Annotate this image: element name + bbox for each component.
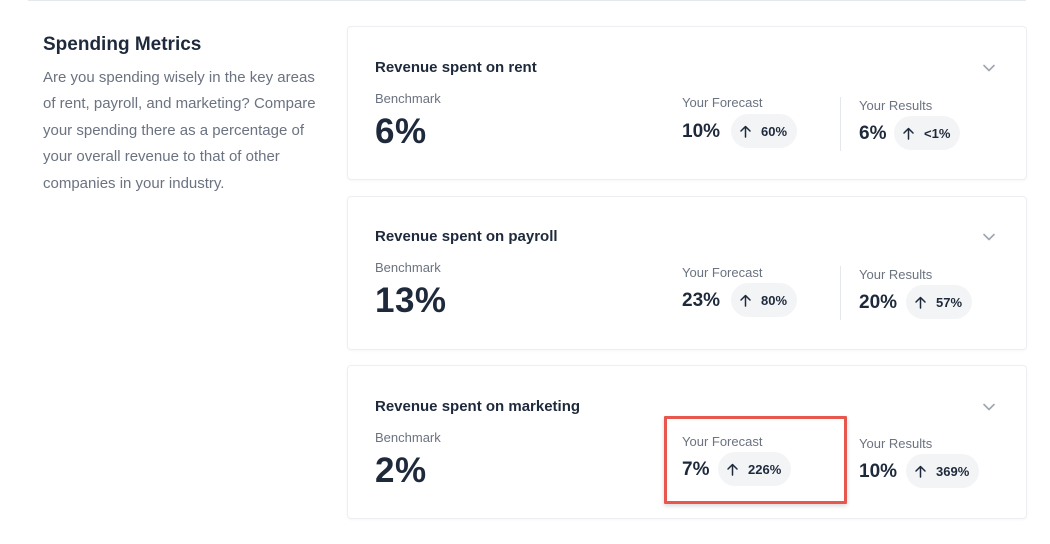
forecast-change-badge: 80%: [731, 283, 798, 317]
benchmark-value: 13%: [375, 281, 447, 320]
arrow-up-icon: [740, 125, 751, 138]
benchmark-label: Benchmark: [375, 430, 441, 445]
top-divider: [28, 0, 1026, 1]
arrow-up-icon: [915, 296, 926, 309]
results-change-badge: 57%: [906, 285, 973, 319]
card-title: Revenue spent on rent: [375, 59, 537, 76]
column-divider: [840, 97, 841, 151]
forecast-value: 23%: [682, 290, 721, 311]
results-value: 6%: [859, 123, 887, 144]
forecast-change: 60%: [761, 123, 788, 139]
results-value: 20%: [859, 292, 898, 313]
chevron-down-icon[interactable]: [982, 400, 996, 414]
results-change-badge: <1%: [894, 116, 961, 150]
card-title: Revenue spent on marketing: [375, 398, 581, 415]
results-change: 57%: [936, 294, 963, 310]
forecast-change: 80%: [761, 292, 788, 308]
forecast-change-badge: 60%: [731, 114, 798, 148]
results-change: <1%: [924, 125, 951, 141]
arrow-up-icon: [915, 465, 926, 478]
arrow-up-icon: [903, 127, 914, 140]
spending-metrics-intro: Spending Metrics Are you spending wisely…: [43, 34, 318, 197]
chevron-down-icon[interactable]: [982, 230, 996, 244]
results-value: 10%: [859, 461, 898, 482]
results-change-badge: 369%: [906, 454, 980, 488]
results-change: 369%: [936, 463, 970, 479]
metric-card-rent[interactable]: Revenue spent on rent Benchmark 6% Your …: [347, 26, 1027, 180]
section-title: Spending Metrics: [43, 34, 202, 55]
forecast-label: Your Forecast: [682, 265, 763, 280]
forecast-label: Your Forecast: [682, 95, 763, 110]
arrow-up-icon: [740, 294, 751, 307]
benchmark-label: Benchmark: [375, 260, 441, 275]
column-divider: [840, 266, 841, 320]
forecast-value: 10%: [682, 121, 721, 142]
section-description: Are you spending wisely in the key areas…: [43, 69, 316, 192]
results-label: Your Results: [859, 436, 933, 451]
metric-card-payroll[interactable]: Revenue spent on payroll Benchmark 13% Y…: [347, 196, 1027, 350]
card-title: Revenue spent on payroll: [375, 228, 558, 245]
results-label: Your Results: [859, 98, 933, 113]
benchmark-value: 2%: [375, 451, 427, 490]
benchmark-value: 6%: [375, 112, 427, 151]
results-label: Your Results: [859, 267, 933, 282]
chevron-down-icon[interactable]: [982, 61, 996, 75]
benchmark-label: Benchmark: [375, 91, 441, 106]
forecast-highlight-box: [664, 416, 847, 504]
